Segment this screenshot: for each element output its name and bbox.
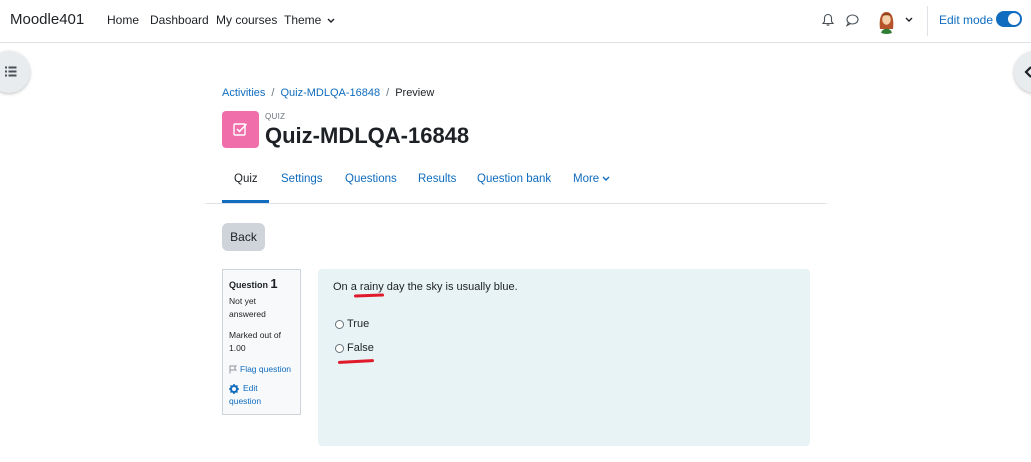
active-tab-indicator	[222, 200, 269, 203]
nav-theme-label: Theme	[284, 13, 322, 27]
breadcrumb-separator: /	[271, 87, 275, 99]
course-index-drawer-toggle[interactable]	[0, 51, 30, 93]
question-grade-line: Marked out of	[229, 330, 281, 340]
secondary-navigation: Quiz Settings Questions Results Question…	[205, 160, 827, 204]
nav-my-courses[interactable]: My courses	[216, 13, 277, 27]
flag-icon	[229, 365, 237, 374]
edit-label: Edit	[243, 383, 258, 394]
site-brand[interactable]: Moodle401	[10, 11, 84, 28]
question-grade: Marked out of 1.00	[229, 329, 294, 355]
chevron-down-icon	[602, 176, 610, 181]
question-number: Question 1	[229, 276, 294, 291]
question-label: Question	[229, 280, 269, 290]
flag-question-link[interactable]: Flag question	[229, 364, 294, 374]
edit-label-line2: question	[229, 396, 262, 407]
page-title: Quiz-MDLQA-16848	[265, 123, 470, 148]
user-menu-chevron-icon[interactable]	[905, 17, 913, 23]
breadcrumb-quiz[interactable]: Quiz-MDLQA-16848	[280, 87, 380, 99]
activity-type-label: QUIZ	[265, 112, 286, 121]
tab-more-label: More	[573, 173, 600, 185]
question-state-line: Not yet	[229, 296, 256, 306]
answer-option-true[interactable]: True	[335, 318, 369, 330]
answer-option-false[interactable]: False	[335, 342, 374, 354]
checkbox-edit-icon	[233, 123, 248, 136]
tab-more[interactable]: More	[573, 173, 610, 185]
question-text: On a rainy day the sky is usually blue.	[333, 281, 518, 293]
tab-question-bank[interactable]: Question bank	[477, 173, 551, 185]
user-avatar[interactable]	[873, 7, 900, 34]
chevron-down-icon	[327, 18, 335, 23]
question-content: On a rainy day the sky is usually blue. …	[318, 269, 810, 446]
question-grade-line: 1.00	[229, 343, 246, 353]
tab-results[interactable]: Results	[418, 173, 456, 185]
bell-icon[interactable]	[821, 13, 835, 27]
question-info-panel: Question 1 Not yet answered Marked out o…	[222, 269, 301, 415]
nav-dashboard[interactable]: Dashboard	[150, 13, 209, 27]
top-navbar: Moodle401 Home Dashboard My courses Them…	[0, 0, 1031, 43]
radio-true[interactable]	[335, 319, 344, 329]
question-state: Not yet answered	[229, 295, 294, 321]
quiz-activity-icon	[222, 111, 259, 148]
edit-mode-toggle[interactable]	[996, 11, 1022, 27]
tab-questions[interactable]: Questions	[345, 173, 397, 185]
breadcrumb-activities[interactable]: Activities	[222, 87, 265, 99]
breadcrumb: Activities / Quiz-MDLQA-16848 / Preview	[222, 87, 434, 99]
nav-theme[interactable]: Theme	[284, 13, 335, 27]
flag-question-label: Flag question	[240, 364, 292, 374]
navbar-divider	[927, 6, 928, 36]
edit-question-link[interactable]: Edit question	[229, 382, 294, 408]
tab-quiz[interactable]: Quiz	[234, 173, 258, 185]
breadcrumb-current: Preview	[395, 87, 435, 99]
list-icon	[5, 66, 17, 77]
annotation-underline	[337, 359, 375, 364]
toggle-knob	[1008, 13, 1020, 25]
question-state-line: answered	[229, 309, 266, 319]
gear-icon	[229, 384, 239, 394]
option-label: False	[347, 342, 374, 354]
option-label: True	[347, 318, 370, 330]
back-button[interactable]: Back	[222, 223, 265, 251]
question-number-value: 1	[270, 276, 278, 291]
annotation-underline	[353, 293, 385, 298]
chevron-left-icon	[1024, 66, 1031, 78]
block-drawer-toggle[interactable]	[1014, 51, 1031, 93]
chat-icon[interactable]	[845, 13, 859, 27]
breadcrumb-separator: /	[386, 87, 390, 99]
tab-settings[interactable]: Settings	[281, 173, 323, 185]
nav-home[interactable]: Home	[107, 13, 139, 27]
edit-mode-label: Edit mode	[939, 13, 994, 27]
radio-false[interactable]	[335, 343, 344, 353]
